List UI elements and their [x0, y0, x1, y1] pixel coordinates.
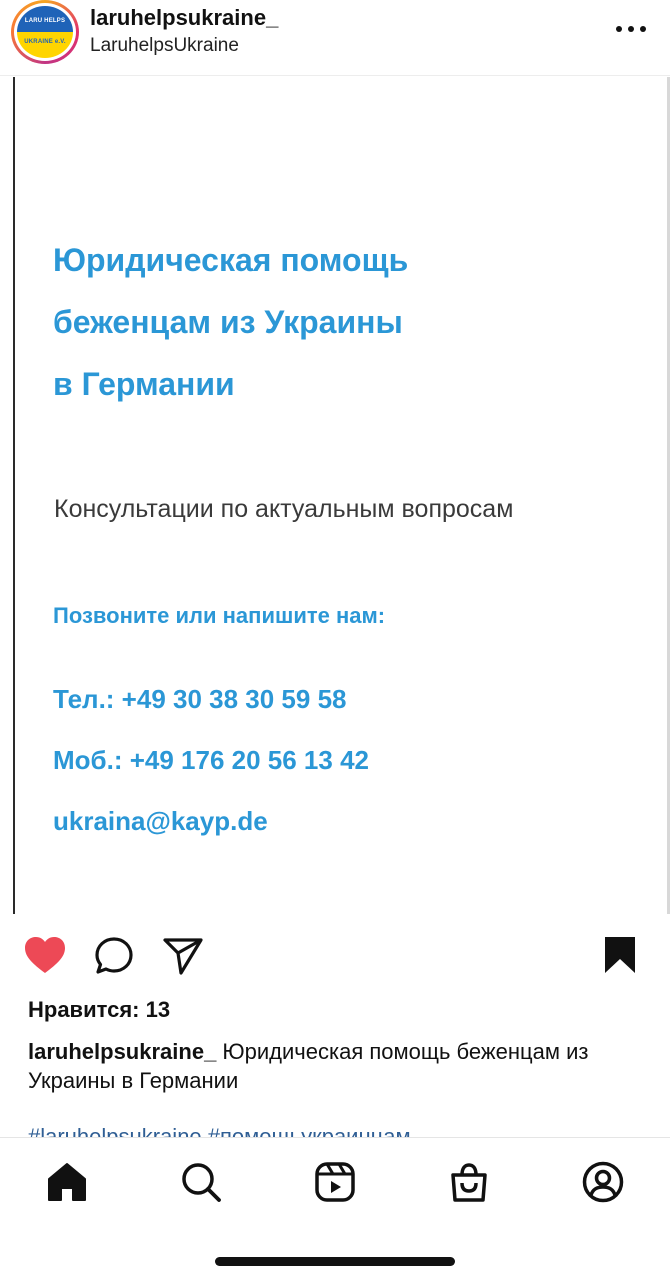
flyer-subtitle: Консультации по актуальным вопросам — [54, 495, 514, 523]
flyer-title-line: беженцам из Украины — [53, 304, 403, 340]
bookmark-filled-icon[interactable] — [603, 935, 637, 975]
paper-plane-icon[interactable] — [162, 936, 204, 976]
flyer-email: ukraina@kayp.de — [53, 806, 268, 836]
heart-filled-icon[interactable] — [24, 936, 66, 974]
flyer-mobile: Моб.: +49 176 20 56 13 42 — [53, 745, 369, 775]
flyer-contact-heading: Позвоните или напишите нам: — [53, 603, 386, 628]
avatar-text-top: LARU HELPS — [24, 18, 66, 24]
display-name: LaruhelpsUkraine — [90, 35, 239, 56]
flyer-title-line: в Германии — [53, 366, 235, 402]
flyer-title-line: Юридическая помощь — [53, 242, 409, 278]
caption-username[interactable]: laruhelpsukraine_ — [28, 1039, 216, 1064]
avatar[interactable]: LARU HELPS UKRAINE e.V. — [11, 0, 79, 64]
hashtags[interactable]: #laruhelpsukraine #помощьукраинцам — [28, 1124, 411, 1138]
post-caption: laruhelpsukraine_ Юридическая помощь беж… — [28, 1037, 643, 1095]
flyer-phone: Тел.: +49 30 38 30 59 58 — [53, 684, 347, 714]
comment-icon[interactable] — [94, 936, 134, 976]
post-actions — [0, 914, 670, 1000]
avatar-image: LARU HELPS UKRAINE e.V. — [17, 6, 73, 58]
avatar-text-bottom: UKRAINE e.V. — [24, 39, 66, 45]
flyer-title: Юридическая помощь беженцам из Украины в… — [53, 229, 573, 415]
home-icon[interactable] — [45, 1160, 89, 1204]
document-edge — [13, 77, 15, 914]
post-image[interactable]: Юридическая помощь беженцам из Украины в… — [0, 77, 670, 914]
search-icon[interactable] — [179, 1160, 223, 1204]
more-options-icon[interactable] — [616, 26, 646, 34]
home-indicator[interactable] — [215, 1257, 455, 1266]
shop-icon[interactable] — [447, 1160, 491, 1204]
like-count[interactable]: Нравится: 13 — [28, 997, 170, 1023]
profile-icon[interactable] — [581, 1160, 625, 1204]
username-link[interactable]: laruhelpsukraine_ — [90, 5, 278, 31]
post-header: LARU HELPS UKRAINE e.V. laruhelpsukraine… — [0, 0, 670, 76]
reels-icon[interactable] — [313, 1160, 357, 1204]
